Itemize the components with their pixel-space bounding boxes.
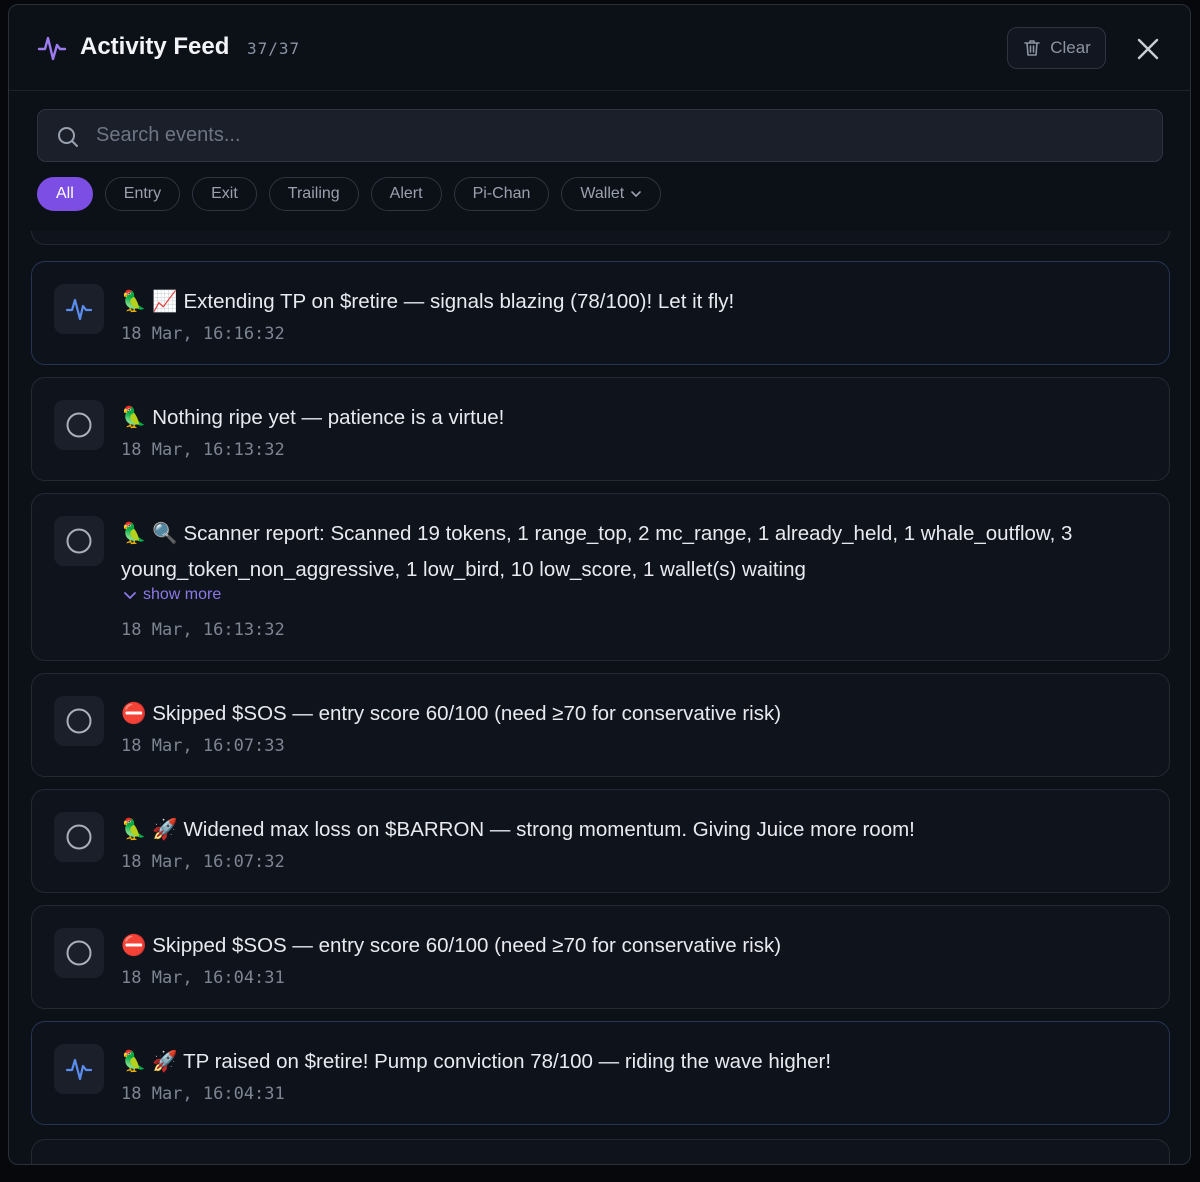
event-emoji: 🦜 📈 bbox=[121, 290, 178, 313]
list-item[interactable]: 🦜 🚀 TP raised on $retire! Pump convictio… bbox=[31, 1021, 1170, 1125]
clear-button[interactable]: Clear bbox=[1007, 27, 1106, 69]
event-text: TP raised on $retire! Pump conviction 78… bbox=[183, 1050, 832, 1073]
search-input[interactable] bbox=[96, 110, 1146, 161]
event-text: Widened max loss on $BARRON — strong mom… bbox=[183, 818, 915, 841]
event-message: ⛔ Skipped $SOS — entry score 60/100 (nee… bbox=[121, 696, 1141, 732]
list-item[interactable]: ⛔ Skipped $SOS — entry score 60/100 (nee… bbox=[31, 905, 1170, 1009]
list-item[interactable]: 🦜 🔍 Scanner report: Scanned 19 tokens, 1… bbox=[31, 493, 1170, 661]
activity-logo-icon bbox=[37, 36, 67, 61]
list-item bbox=[31, 1139, 1170, 1164]
filter-chip-label: Trailing bbox=[287, 185, 340, 202]
event-emoji: 🦜 bbox=[121, 406, 147, 429]
event-emoji: 🦜 🚀 bbox=[121, 1050, 178, 1073]
list-item[interactable]: 🦜 Nothing ripe yet — patience is a virtu… bbox=[31, 377, 1170, 481]
event-text: Nothing ripe yet — patience is a virtue! bbox=[152, 406, 505, 429]
trash-icon bbox=[1024, 40, 1040, 56]
event-timestamp: 18 Mar, 16:07:32 bbox=[121, 852, 285, 872]
event-message: 🦜 🔍 Scanner report: Scanned 19 tokens, 1… bbox=[121, 516, 1141, 588]
filter-chip-label: Pi-Chan bbox=[472, 185, 531, 202]
event-emoji: 🦜 🚀 bbox=[121, 818, 178, 841]
event-timestamp: 18 Mar, 16:13:32 bbox=[121, 620, 285, 640]
filter-chip-alert[interactable]: Alert bbox=[370, 177, 442, 211]
chevron-down-icon bbox=[631, 191, 642, 197]
filter-chip-label: Entry bbox=[123, 185, 162, 202]
circle-icon bbox=[54, 400, 104, 450]
event-message: 🦜 📈 Extending TP on $retire — signals bl… bbox=[121, 284, 1141, 320]
search-icon bbox=[58, 127, 78, 147]
show-more-toggle[interactable]: show more bbox=[123, 586, 221, 604]
list-item[interactable]: 🦜 📈 Extending TP on $retire — signals bl… bbox=[31, 261, 1170, 365]
filter-chip-trailing[interactable]: Trailing bbox=[268, 177, 359, 211]
filter-chip-all[interactable]: All bbox=[37, 177, 93, 211]
event-emoji: ⛔ bbox=[121, 934, 147, 957]
circle-icon bbox=[54, 812, 104, 862]
panel-header: Activity Feed 37/37 Clear bbox=[9, 5, 1190, 91]
filter-chips: All Entry Exit Trailing Alert Pi-Chan Wa… bbox=[37, 177, 662, 213]
filter-chip-label: Alert bbox=[389, 185, 423, 202]
event-message: 🦜 🚀 TP raised on $retire! Pump convictio… bbox=[121, 1044, 1141, 1080]
event-emoji: 🦜 🔍 bbox=[121, 522, 178, 545]
event-timestamp: 18 Mar, 16:04:31 bbox=[121, 1084, 285, 1104]
list-item bbox=[31, 231, 1170, 245]
filter-chip-wallet[interactable]: Wallet bbox=[561, 177, 662, 211]
close-icon[interactable] bbox=[1135, 36, 1161, 62]
event-emoji: ⛔ bbox=[121, 702, 147, 725]
filter-chip-pi-chan[interactable]: Pi-Chan bbox=[453, 177, 550, 211]
filter-chip-label: Exit bbox=[211, 185, 238, 202]
circle-icon bbox=[54, 516, 104, 566]
event-message: 🦜 Nothing ripe yet — patience is a virtu… bbox=[121, 400, 1141, 436]
event-message: 🦜 🚀 Widened max loss on $BARRON — strong… bbox=[121, 812, 1141, 848]
event-timestamp: 18 Mar, 16:16:32 bbox=[121, 324, 285, 344]
filter-chip-label: Wallet bbox=[580, 185, 625, 202]
clear-button-label: Clear bbox=[1050, 38, 1091, 57]
event-text: Extending TP on $retire — signals blazin… bbox=[183, 290, 735, 313]
event-timestamp: 18 Mar, 16:04:31 bbox=[121, 968, 285, 988]
filter-chip-entry[interactable]: Entry bbox=[104, 177, 181, 211]
event-text: Skipped $SOS — entry score 60/100 (need … bbox=[152, 934, 782, 957]
list-item[interactable]: 🦜 🚀 Widened max loss on $BARRON — strong… bbox=[31, 789, 1170, 893]
event-text: Scanner report: Scanned 19 tokens, 1 ran… bbox=[121, 522, 1073, 581]
event-text: Skipped $SOS — entry score 60/100 (need … bbox=[152, 702, 782, 725]
show-more-label: show more bbox=[143, 586, 222, 603]
filter-chip-label: All bbox=[56, 185, 74, 202]
event-timestamp: 18 Mar, 16:07:33 bbox=[121, 736, 285, 756]
filter-chip-exit[interactable]: Exit bbox=[192, 177, 257, 211]
page-title: Activity Feed bbox=[80, 33, 230, 60]
chevron-down-icon bbox=[124, 592, 136, 599]
search-bar bbox=[37, 109, 1163, 162]
activity-feed-panel: Activity Feed 37/37 Clear All Entry Exit… bbox=[8, 4, 1191, 1165]
event-list[interactable]: 🦜 📈 Extending TP on $retire — signals bl… bbox=[31, 231, 1171, 1164]
event-count: 37/37 bbox=[247, 39, 301, 58]
circle-icon bbox=[54, 696, 104, 746]
activity-icon bbox=[54, 1044, 104, 1094]
event-timestamp: 18 Mar, 16:13:32 bbox=[121, 440, 285, 460]
event-message: ⛔ Skipped $SOS — entry score 60/100 (nee… bbox=[121, 928, 1141, 964]
list-item[interactable]: ⛔ Skipped $SOS — entry score 60/100 (nee… bbox=[31, 673, 1170, 777]
activity-icon bbox=[54, 284, 104, 334]
circle-icon bbox=[54, 928, 104, 978]
